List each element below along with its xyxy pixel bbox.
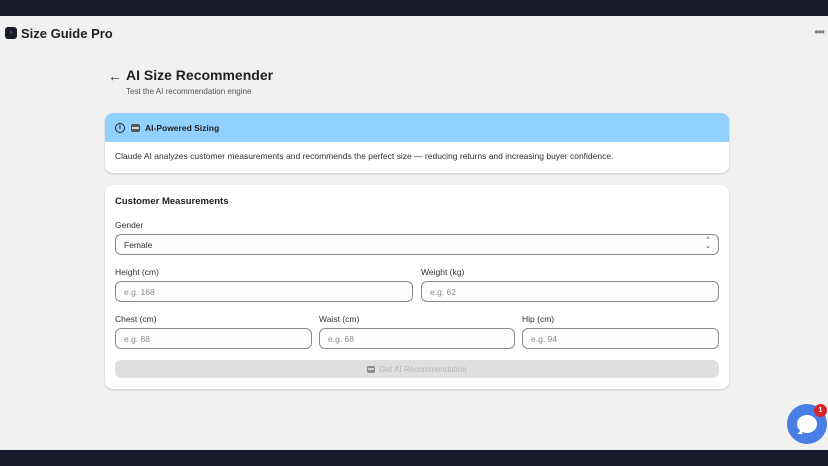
banner-text: Claude AI analyzes customer measurements… xyxy=(115,151,614,161)
height-label: Height (cm) xyxy=(115,267,159,277)
height-input[interactable] xyxy=(124,286,412,297)
measurements-card: Customer Measurements Gender Female ⌃ ⌄ H… xyxy=(105,185,729,389)
bottom-bar xyxy=(0,450,828,466)
robot-icon xyxy=(367,365,376,373)
select-chevron-icon: ⌃ ⌄ xyxy=(705,237,711,250)
robot-icon xyxy=(131,123,140,132)
info-icon: i xyxy=(115,122,125,133)
hip-label: Hip (cm) xyxy=(522,314,555,324)
chat-bubble-icon xyxy=(797,415,817,433)
gender-label: Gender xyxy=(115,220,144,230)
get-recommendation-label: Get AI Recommendation xyxy=(379,364,467,374)
app-logo-icon: › xyxy=(5,27,17,39)
chest-input[interactable] xyxy=(124,333,311,344)
waist-field[interactable] xyxy=(319,328,515,349)
card-title: Customer Measurements xyxy=(115,196,229,207)
waist-input[interactable] xyxy=(328,333,514,344)
gender-value: Female xyxy=(124,239,153,250)
hip-input[interactable] xyxy=(531,333,718,344)
page-header: ← AI Size Recommender Test the AI recomm… xyxy=(108,66,728,100)
get-recommendation-button[interactable]: Get AI Recommendation xyxy=(115,360,719,378)
weight-label: Weight (kg) xyxy=(421,267,465,277)
banner-title: AI-Powered Sizing xyxy=(145,122,220,133)
weight-input[interactable] xyxy=(430,286,718,297)
chat-notification-badge: 1 xyxy=(814,404,827,417)
chest-field[interactable] xyxy=(115,328,312,349)
app-header: › Size Guide Pro ••• xyxy=(0,16,828,50)
more-horizontal-icon[interactable]: ••• xyxy=(814,25,825,39)
weight-field[interactable] xyxy=(421,281,719,302)
app-title: Size Guide Pro xyxy=(21,25,113,41)
page-subtitle: Test the AI recommendation engine xyxy=(126,87,252,96)
chest-label: Chest (cm) xyxy=(115,314,157,324)
page-title: AI Size Recommender xyxy=(126,67,274,83)
height-field[interactable] xyxy=(115,281,413,302)
banner-header: i AI-Powered Sizing xyxy=(105,113,729,142)
gender-select[interactable]: Female ⌃ ⌄ xyxy=(115,234,719,255)
hip-field[interactable] xyxy=(522,328,719,349)
info-banner: i AI-Powered Sizing Claude AI analyzes c… xyxy=(105,113,729,173)
waist-label: Waist (cm) xyxy=(319,314,360,324)
top-bar xyxy=(0,0,828,16)
arrow-left-icon[interactable]: ← xyxy=(108,68,122,84)
